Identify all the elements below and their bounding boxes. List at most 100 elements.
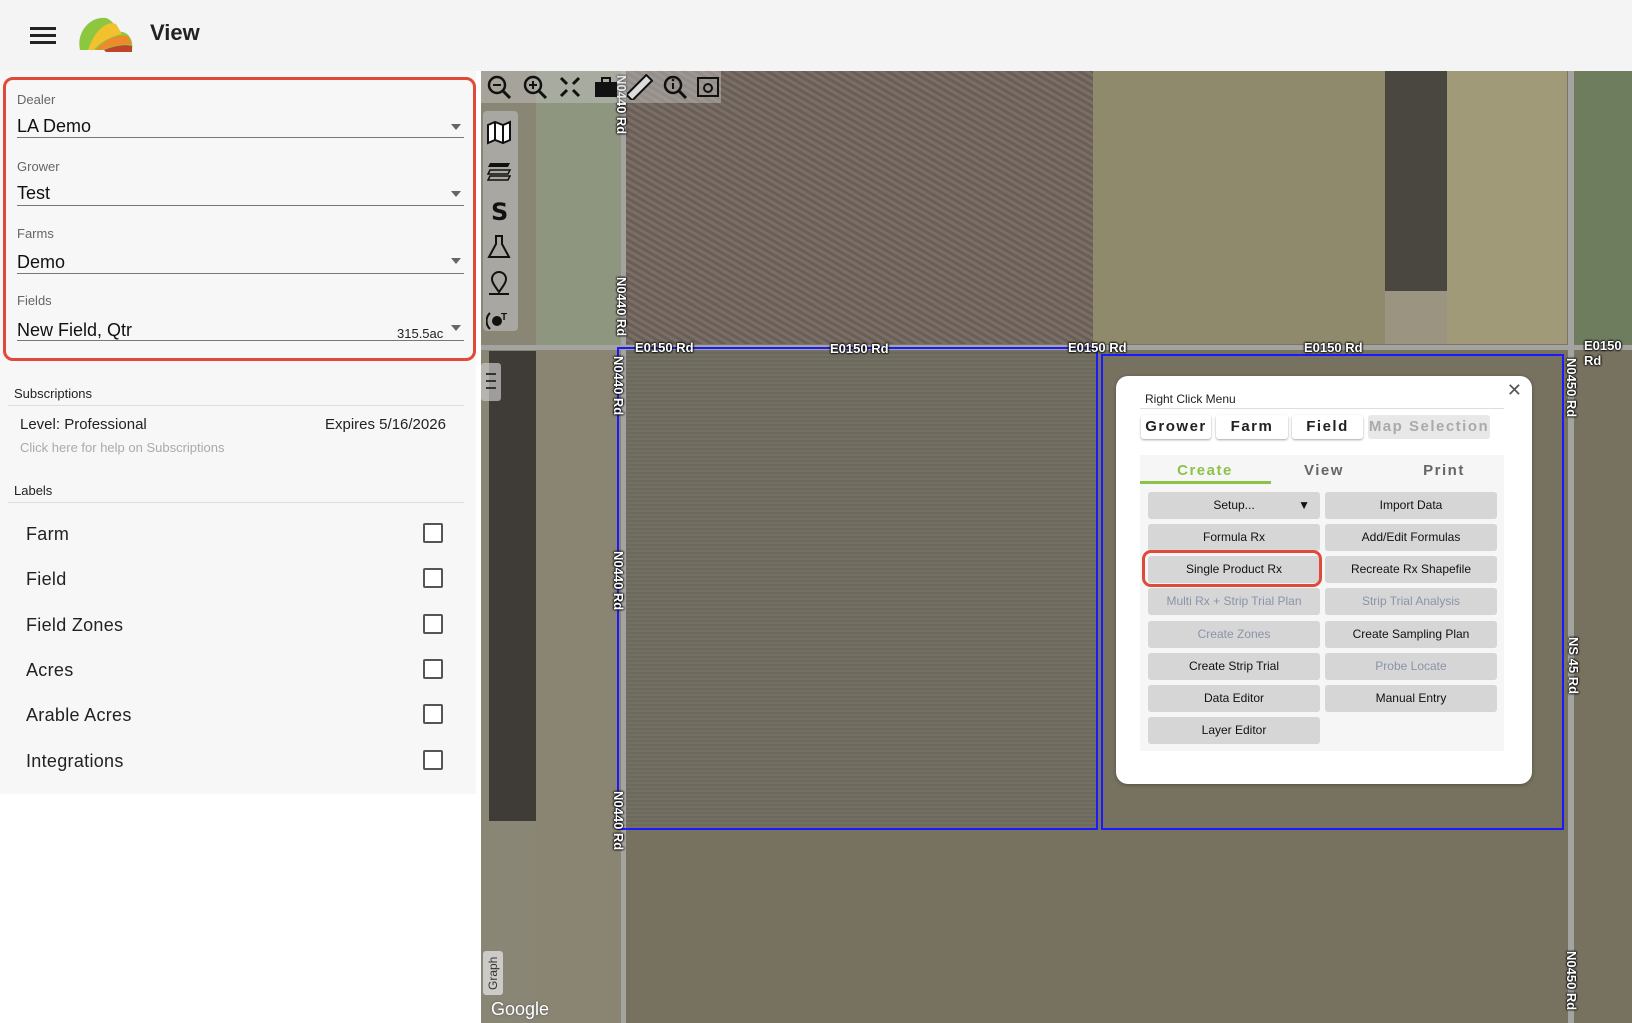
label-row-acres[interactable]: Acres (26, 656, 446, 686)
arable-acres-checkbox[interactable] (423, 704, 443, 724)
formula-rx-button[interactable]: Formula Rx (1148, 524, 1320, 551)
create-zones-button[interactable]: Create Zones (1148, 621, 1320, 648)
close-icon[interactable]: ✕ (1507, 380, 1522, 401)
briefcase-icon[interactable] (593, 74, 619, 100)
field-zones-checkbox[interactable] (423, 614, 443, 634)
field-checkbox[interactable] (423, 568, 443, 588)
divider (17, 273, 464, 274)
lab-flask-icon[interactable] (486, 234, 512, 260)
layer-editor-button[interactable]: Layer Editor (1148, 717, 1320, 744)
field-acres: 315.5ac (397, 326, 444, 341)
acres-checkbox[interactable] (423, 659, 443, 679)
hamburger-icon[interactable] (30, 24, 56, 46)
create-sampling-plan-button[interactable]: Create Sampling Plan (1325, 621, 1497, 648)
chevron-down-icon[interactable] (451, 191, 461, 197)
probe-locate-button[interactable]: Probe Locate (1325, 653, 1497, 680)
panel-resize-handle[interactable] (481, 363, 501, 401)
dealer-value[interactable]: LA Demo (17, 116, 91, 137)
label-text: Farm (26, 524, 70, 544)
recreate-rx-shapefile-button[interactable]: Recreate Rx Shapefile (1325, 556, 1497, 583)
sampling-location-icon[interactable] (486, 270, 512, 296)
map-terrain (1093, 71, 1385, 344)
subscription-help-link[interactable]: Click here for help on Subscriptions (20, 440, 225, 455)
subscriptions-heading: Subscriptions (14, 386, 93, 401)
manual-entry-button[interactable]: Manual Entry (1325, 685, 1497, 712)
road-label: N0440 Rd (611, 551, 626, 611)
popup-title: Right Click Menu (1145, 392, 1236, 406)
subtab-print[interactable]: Print (1384, 462, 1504, 479)
chevron-down-icon[interactable] (451, 325, 461, 331)
label-row-farm[interactable]: Farm (26, 520, 446, 550)
label-row-arable-acres[interactable]: Arable Acres (26, 701, 446, 731)
map-terrain (1447, 71, 1567, 344)
tab-field[interactable]: Field (1292, 415, 1363, 439)
iot-sensor-icon[interactable]: T (486, 308, 512, 334)
label-row-field-zones[interactable]: Field Zones (26, 611, 446, 641)
road-label: N0450 Rd (1564, 358, 1579, 418)
map-terrain (1575, 71, 1632, 344)
road-label: E0150 Rd (1068, 340, 1127, 355)
zoom-in-icon[interactable] (522, 74, 548, 100)
label-row-field[interactable]: Field (26, 565, 446, 595)
strip-trial-analysis-button[interactable]: Strip Trial Analysis (1325, 588, 1497, 615)
selection-group: Dealer LA Demo Grower Test Farms Demo Fi… (3, 77, 476, 361)
divider (17, 340, 464, 341)
divider (17, 205, 464, 206)
integrations-checkbox[interactable] (423, 750, 443, 770)
tab-farm[interactable]: Farm (1216, 415, 1288, 439)
map-terrain (1385, 291, 1447, 344)
divider (8, 502, 464, 503)
google-attribution: Google (491, 999, 550, 1019)
road-label: N0450 Rd (1564, 951, 1579, 1011)
data-editor-button[interactable]: Data Editor (1148, 685, 1320, 712)
field-boundary[interactable] (617, 347, 1098, 830)
road-label: E0150 Rd (830, 341, 889, 356)
fields-label: Fields (17, 293, 52, 308)
farms-label: Farms (17, 226, 54, 241)
farm-checkbox[interactable] (423, 523, 443, 543)
active-tab-indicator (1140, 481, 1271, 484)
ruler-icon[interactable] (627, 74, 653, 100)
fields-value[interactable]: New Field, Qtr (17, 320, 132, 341)
label-text: Field (26, 569, 67, 589)
label-text: Arable Acres (26, 705, 132, 725)
farms-value[interactable]: Demo (17, 252, 65, 273)
svg-text:T: T (501, 312, 507, 323)
info-search-icon[interactable] (662, 74, 688, 100)
road-label: E0150 Rd (1584, 338, 1622, 368)
zoom-out-icon[interactable] (486, 74, 512, 100)
subtab-create[interactable]: Create (1145, 462, 1265, 479)
soil-icon[interactable]: S (486, 197, 512, 223)
road (1568, 71, 1574, 1023)
road-label: NS 45 Rd (1566, 637, 1581, 695)
graph-tab[interactable]: Graph (483, 951, 503, 995)
add-edit-formulas-button[interactable]: Add/Edit Formulas (1325, 524, 1497, 551)
map-terrain (1385, 71, 1447, 291)
map-terrain (625, 71, 1093, 344)
create-strip-trial-button[interactable]: Create Strip Trial (1148, 653, 1320, 680)
map-terrain (536, 347, 621, 1023)
layers-icon[interactable] (486, 157, 512, 183)
import-data-button[interactable]: Import Data (1325, 492, 1497, 519)
label-text: Acres (26, 660, 74, 680)
road-label: E0150 Rd (635, 340, 694, 355)
fit-extent-icon[interactable] (557, 74, 583, 100)
right-click-menu: ✕ Right Click Menu Grower Farm Field Map… (1116, 376, 1532, 784)
map-terrain (536, 71, 621, 347)
subtab-view[interactable]: View (1264, 462, 1384, 479)
road-label: N0440 Rd (611, 356, 626, 416)
tab-map-selection[interactable]: Map Selection (1368, 415, 1490, 439)
screenshot-icon[interactable] (695, 74, 721, 100)
multi-rx-strip-trial-plan-button[interactable]: Multi Rx + Strip Trial Plan (1148, 588, 1320, 615)
dealer-label: Dealer (17, 92, 56, 107)
chevron-down-icon[interactable] (451, 258, 461, 264)
label-row-integrations[interactable]: Integrations (26, 747, 446, 777)
svg-text:S: S (491, 198, 508, 223)
dropdown-arrow-icon: ▼ (1298, 498, 1310, 512)
tab-grower[interactable]: Grower (1141, 415, 1211, 439)
grower-value[interactable]: Test (17, 183, 50, 204)
chevron-down-icon[interactable] (451, 124, 461, 130)
setup-dropdown-button[interactable]: Setup... ▼ (1148, 492, 1320, 519)
subscription-expiry: Expires 5/16/2026 (325, 416, 446, 433)
map-icon[interactable] (486, 119, 512, 145)
